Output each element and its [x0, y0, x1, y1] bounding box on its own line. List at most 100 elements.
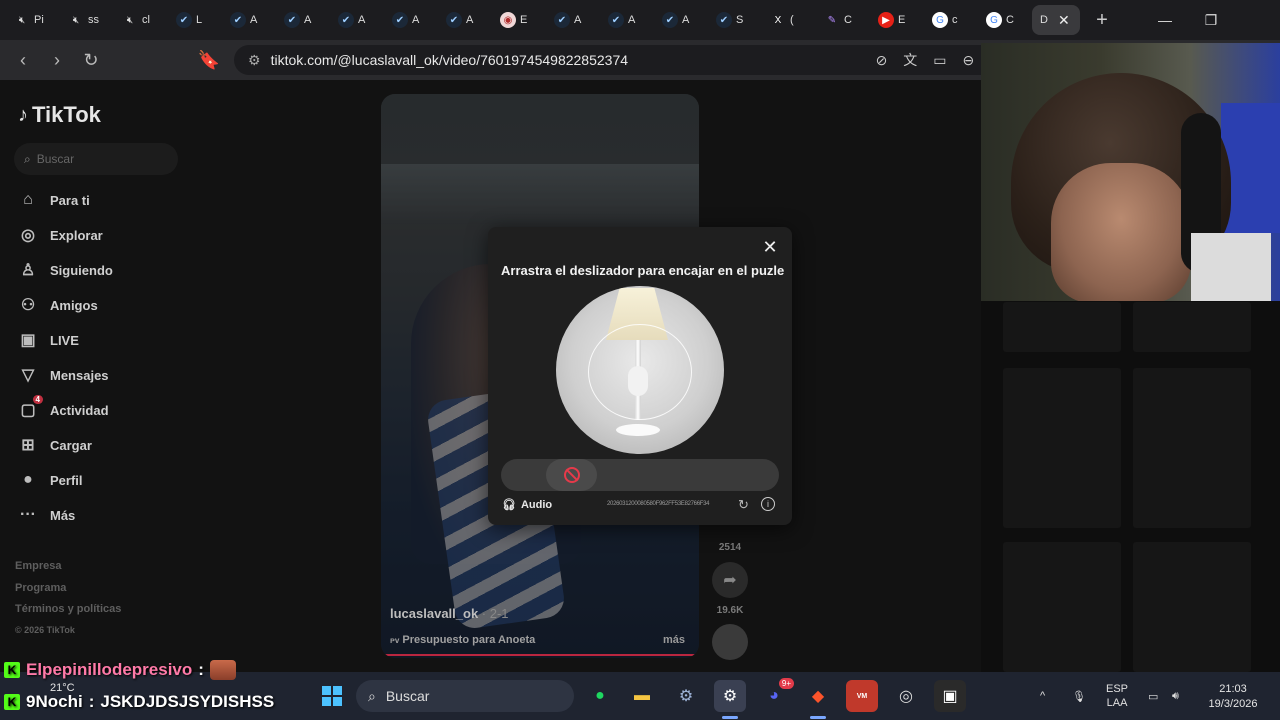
- nav-label: Para ti: [50, 192, 90, 208]
- audio-button[interactable]: 🎧︎ Audio: [502, 498, 552, 512]
- music-icon: ᴘᴠ: [390, 636, 400, 645]
- browser-tab[interactable]: 🔇︎ cl: [114, 5, 166, 35]
- browser-tab[interactable]: ◉ E: [492, 5, 544, 35]
- language-code: ESP: [1106, 683, 1129, 695]
- live-icon: ▣: [20, 332, 36, 349]
- tab-label: E: [520, 14, 528, 26]
- browser-tab[interactable]: ▶ E: [870, 5, 922, 35]
- footer-link[interactable]: Empresa: [15, 560, 61, 572]
- language-indicator[interactable]: ESP LAA: [1106, 672, 1128, 720]
- steam-icon: ✔: [338, 12, 354, 28]
- back-button[interactable]: ‹: [8, 45, 38, 75]
- nav-item-cargar[interactable]: ⊞ Cargar: [18, 430, 188, 460]
- voicemeeter-icon[interactable]: VM: [846, 680, 878, 712]
- translate-icon[interactable]: 文: [903, 50, 917, 70]
- nav-item-amigos[interactable]: ⚇ Amigos: [18, 290, 188, 320]
- tray-overflow-icon[interactable]: ^: [1040, 672, 1045, 720]
- restore-button[interactable]: ❐: [1188, 0, 1234, 40]
- tab-label: C: [1006, 14, 1014, 26]
- browser-tab[interactable]: 🔇︎ ss: [60, 5, 112, 35]
- browser-tab[interactable]: GC: [978, 5, 1030, 35]
- nav-item-explorar[interactable]: ◎ Explorar: [18, 220, 188, 250]
- nav-item-siguiendo[interactable]: ♙ Siguiendo: [18, 255, 188, 285]
- video-progress-bar[interactable]: [385, 654, 695, 656]
- browser-tab[interactable]: ✔ A: [330, 5, 382, 35]
- reload-button[interactable]: ↻: [76, 45, 106, 75]
- active-tab[interactable]: D ✕: [1032, 5, 1080, 35]
- browser-tab[interactable]: ✔ A: [384, 5, 436, 35]
- chat-text: JSKDJDSJSYDISHSS: [100, 692, 275, 711]
- bookmark-icon[interactable]: 🔖: [194, 45, 224, 75]
- volume-icon[interactable]: 🔊︎: [1172, 672, 1179, 720]
- minimize-button[interactable]: —: [1142, 0, 1188, 40]
- music-disc-avatar[interactable]: [712, 624, 748, 660]
- browser-tab[interactable]: ✔ A: [546, 5, 598, 35]
- taskbar-search[interactable]: ⌕ Buscar: [356, 680, 574, 712]
- microphone-icon[interactable]: 🎙︎: [1072, 672, 1086, 720]
- browser-tab[interactable]: ✔ A: [600, 5, 652, 35]
- file-explorer-icon[interactable]: ▬: [626, 680, 658, 712]
- captcha-slider-track[interactable]: [501, 459, 779, 491]
- tab-label: S: [736, 14, 744, 26]
- clock[interactable]: 21:03 19/3/2026: [1198, 682, 1268, 712]
- browser-tab[interactable]: ✔ A: [222, 5, 274, 35]
- footer-link[interactable]: Programa: [15, 582, 66, 594]
- share-button[interactable]: ➦: [712, 562, 748, 598]
- nav-item-live[interactable]: ▣ LIVE: [18, 325, 188, 355]
- nav-item-mensajes[interactable]: ▽ Mensajes: [18, 360, 188, 390]
- app-icon[interactable]: ▣: [934, 680, 966, 712]
- video-author[interactable]: lucaslavall_ok · 2-1: [390, 606, 509, 621]
- puzzle-piece: [588, 324, 692, 420]
- placeholder-tile: [1003, 542, 1121, 672]
- cast-icon[interactable]: ▭: [933, 52, 946, 69]
- nav-item-para-ti[interactable]: ⌂ Para ti: [18, 185, 188, 215]
- browser-tab[interactable]: ✔ A: [438, 5, 490, 35]
- captcha-slider-handle[interactable]: [546, 459, 597, 491]
- nav-item-perfil[interactable]: ● Perfil: [18, 465, 188, 495]
- brave-icon[interactable]: ◆: [802, 680, 834, 712]
- obs-icon[interactable]: ◎: [890, 680, 922, 712]
- muted-speaker-icon: 🔇︎: [126, 14, 134, 26]
- site-info-icon[interactable]: ⚙: [248, 52, 261, 69]
- browser-tab[interactable]: Gc: [924, 5, 976, 35]
- zoom-icon[interactable]: ⊖: [963, 52, 975, 69]
- close-tab-icon[interactable]: ✕: [1058, 12, 1070, 29]
- not-allowed-icon: [563, 467, 580, 483]
- browser-tab[interactable]: ✎ C: [816, 5, 868, 35]
- tiktok-logo[interactable]: ♪ TikTok: [18, 102, 101, 128]
- address-bar[interactable]: ⚙ tiktok.com/@lucaslavall_ok/video/76019…: [234, 45, 1046, 75]
- muted-speaker-icon: 🔇︎: [72, 14, 80, 26]
- lamp-base: [616, 424, 660, 436]
- browser-tab[interactable]: ✔ L: [168, 5, 220, 35]
- close-icon[interactable]: ✕: [760, 237, 780, 257]
- settings-icon[interactable]: ⚙: [670, 680, 702, 712]
- browser-tab[interactable]: ✔ A: [276, 5, 328, 35]
- refresh-icon[interactable]: ↻: [738, 497, 749, 513]
- steam-icon[interactable]: ⚙: [714, 680, 746, 712]
- compass-icon: ◎: [21, 227, 35, 244]
- forward-button[interactable]: ›: [42, 45, 72, 75]
- captcha-code: 2026031200080580F962FF53E82766F34: [607, 501, 710, 507]
- captcha-puzzle-image: [556, 286, 724, 454]
- search-input[interactable]: ⌕ Buscar: [14, 143, 178, 175]
- browser-tab[interactable]: 🔇︎ Pi: [6, 5, 58, 35]
- start-button[interactable]: [316, 680, 348, 712]
- network-icon[interactable]: ▭: [1148, 672, 1158, 720]
- browser-tab[interactable]: X(: [762, 5, 814, 35]
- browser-tab[interactable]: ✔ S: [708, 5, 760, 35]
- video-music[interactable]: ᴘᴠ Presupuesto para Anoeta: [390, 634, 535, 646]
- saves-count: 2514: [718, 542, 742, 553]
- nav-label: Cargar: [50, 437, 92, 453]
- spotify-icon[interactable]: ●: [584, 680, 616, 712]
- nav-item-más[interactable]: ··· Más: [18, 500, 188, 530]
- info-icon[interactable]: i: [761, 497, 775, 511]
- video-more-link[interactable]: más: [663, 634, 685, 646]
- media-icon[interactable]: ⊘: [876, 52, 888, 69]
- tab-label: A: [574, 14, 582, 26]
- steam-icon: ✔: [230, 12, 246, 28]
- nav-item-actividad[interactable]: ▢ 4 Actividad: [18, 395, 188, 425]
- new-tab-button[interactable]: +: [1088, 6, 1116, 34]
- discord-icon[interactable]: ◕ 9+: [758, 678, 794, 712]
- browser-tab[interactable]: ✔ A: [654, 5, 706, 35]
- footer-link[interactable]: Términos y políticas: [15, 603, 121, 615]
